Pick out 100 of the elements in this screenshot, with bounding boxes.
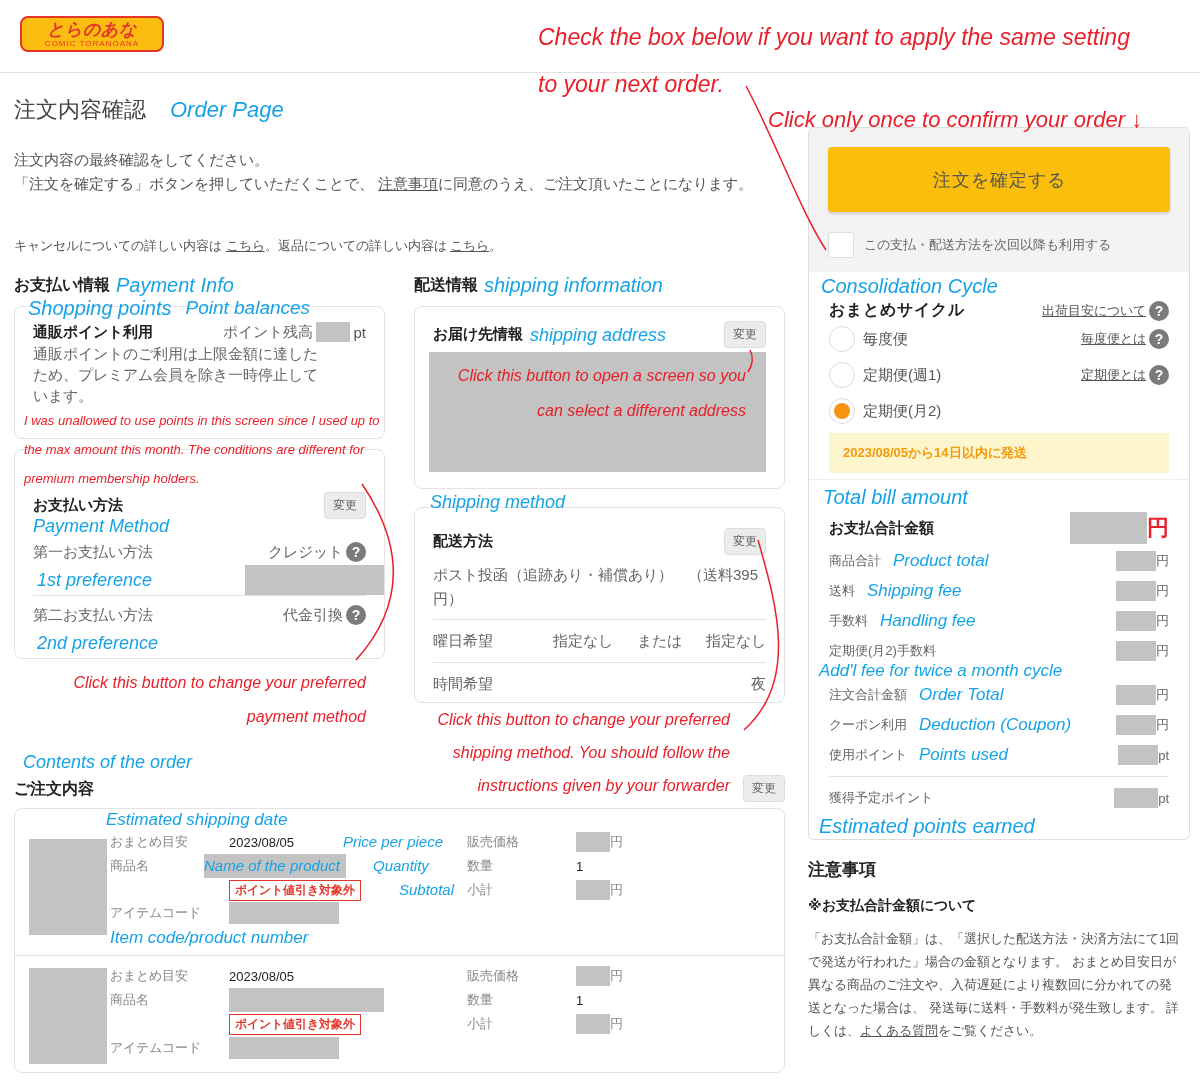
row-value: 指定なし	[553, 631, 613, 651]
balance-label: ポイント残高	[223, 322, 314, 342]
annotation-text: Quantity	[373, 856, 429, 876]
price-unit: 円	[610, 967, 623, 985]
amount-unit: 円	[1156, 642, 1169, 660]
logo-text: とらのあな	[47, 20, 137, 39]
row-label: 曜日希望	[433, 631, 493, 651]
amount-unit: 円	[1156, 552, 1169, 570]
field-label: 数量	[467, 857, 493, 875]
redacted-block	[1116, 611, 1156, 631]
annotation-text: Price per piece	[343, 832, 444, 852]
redacted-block	[576, 1014, 610, 1034]
method-value: 代金引換	[283, 605, 343, 625]
help-link[interactable]: 出荷目安について	[1042, 301, 1146, 320]
field-label: アイテムコード	[110, 904, 201, 922]
annotation-text: Click this button to open a screen so you can select a different address	[456, 366, 746, 421]
amount-unit: 円	[1156, 582, 1169, 600]
tag: ポイント値引き対象外	[229, 879, 361, 901]
total-row-label: クーポン利用	[829, 716, 907, 734]
card-title: お届け先情報	[433, 325, 523, 344]
help-icon[interactable]: ?	[1149, 300, 1169, 321]
annotation-text: Product total	[893, 550, 989, 572]
card-title: 配送方法	[433, 532, 493, 551]
field-label: おまとめ目安	[110, 833, 188, 851]
redacted-block	[1116, 685, 1156, 705]
change-button[interactable]: 変更	[724, 528, 766, 555]
annotation-text: Item code/product number	[110, 927, 309, 949]
page-title: 注文内容確認	[14, 96, 146, 124]
card-title: お支払い方法	[33, 496, 123, 515]
cycle-title: おまとめサイクル	[829, 300, 965, 320]
annotation-text: Add'l fee for twice a month cycle	[819, 660, 1063, 682]
annotation-text: shipping information	[484, 273, 663, 298]
amount-unit: pt	[1158, 790, 1169, 806]
text-link[interactable]: こちら	[450, 238, 490, 253]
total-row-label: 注文合計金額	[829, 686, 907, 704]
annotation-text: Click this button to change your preferred payment method	[72, 673, 366, 727]
annotation-text: Subtotal	[399, 880, 455, 900]
annotation-text: Point balances	[185, 296, 311, 320]
annotation-text: 1st preference	[37, 569, 153, 592]
annotation-text: Payment Method	[33, 515, 170, 538]
amount-unit: 円	[1156, 686, 1169, 704]
help-link[interactable]: 毎度便とは	[1081, 330, 1146, 348]
radio-label: 定期便(月2)	[863, 401, 942, 421]
radio-button[interactable]	[829, 326, 855, 352]
row-value: 指定なし	[706, 631, 766, 651]
field-label: おまとめ目安	[110, 967, 188, 985]
field-value: 2023/08/05	[229, 968, 295, 984]
notes-title: 注意事項	[808, 859, 877, 881]
annotation-text: Contents of the order	[23, 751, 193, 774]
amount-unit: 円	[1156, 716, 1169, 734]
section-heading: ご注文内容	[14, 778, 94, 799]
radio-label: 定期便(週1)	[863, 365, 942, 385]
tag: ポイント値引き対象外	[229, 1013, 361, 1035]
text-link[interactable]: よくある質問	[860, 1023, 938, 1038]
method-label: 第一お支払い方法	[33, 542, 153, 562]
annotation-text: Shipping method	[430, 491, 566, 514]
redacted-block	[576, 832, 610, 852]
row-value: または	[637, 631, 682, 651]
total-row-label: 送料	[829, 582, 855, 600]
annotation-text: Payment Info	[116, 273, 234, 298]
change-button[interactable]: 変更	[743, 775, 785, 802]
text-link[interactable]: こちら	[225, 238, 265, 253]
change-button[interactable]: 変更	[324, 492, 366, 519]
help-icon[interactable]: ?	[1149, 365, 1169, 385]
field-label: 商品名	[110, 991, 149, 1009]
annotation-text: Estimated points earned	[819, 814, 1035, 839]
redacted-block	[576, 966, 610, 986]
redacted-block	[1114, 788, 1159, 808]
shipping-method-value: ポスト投函（追跡あり・補償あり） （送料395円）	[433, 565, 760, 609]
total-row-label: 定期便(月2)手数料	[829, 642, 936, 660]
annotation-text: Deduction (Coupon)	[919, 714, 1072, 736]
change-button[interactable]: 変更	[724, 321, 766, 348]
help-icon[interactable]: ?	[1149, 329, 1169, 349]
radio-button[interactable]	[829, 362, 855, 388]
checkbox[interactable]	[828, 232, 854, 258]
help-icon[interactable]: ?	[346, 605, 366, 625]
annotation-text: Consolidation Cycle	[821, 274, 998, 299]
annotation-text: Shipping fee	[867, 580, 962, 602]
annotation-text: Click this button to change your preferred shipping method. You should follow the instructions given by your forwarder	[436, 710, 730, 796]
field-label: アイテムコード	[110, 1039, 201, 1057]
field-label: 小計	[467, 881, 493, 899]
total-row-label: 手数料	[829, 612, 868, 630]
checkbox-label: この支払・配送方法を次回以降も利用する	[864, 236, 1111, 254]
annotation-text: I was unallowed to use points in this screen since I used up to the max amount this month. The conditions are different for premium membership holders.	[24, 412, 381, 488]
logo-subtext: COMIC TORANOANA	[44, 38, 140, 48]
redacted-block	[576, 880, 610, 900]
annotation-text: Order Page	[170, 97, 284, 123]
text-link[interactable]: 注意事項	[378, 175, 439, 192]
total-row-label: 獲得予定ポイント	[829, 789, 933, 807]
annotation-text: Shopping points	[28, 296, 172, 321]
redacted-block	[1116, 715, 1156, 735]
confirm-order-button[interactable]: 注文を確定する	[828, 147, 1170, 212]
radio-button[interactable]	[829, 398, 855, 424]
field-label: 商品名	[110, 857, 149, 875]
intro-text: 注文内容の最終確認をしてください。 「注文を確定する」ボタンを押していただくことで、 注意事項に同意のうえ、ご注文頂いたことになります。	[14, 150, 755, 194]
help-link[interactable]: 定期便とは	[1081, 366, 1146, 384]
cancel-note: キャンセルについての詳しい内容は こちら。返品についての詳しい内容は こちら。	[14, 237, 504, 255]
method-label: 第二お支払い方法	[33, 605, 153, 625]
annotation-text: Order Total	[919, 684, 1004, 706]
help-icon[interactable]: ?	[346, 542, 366, 562]
